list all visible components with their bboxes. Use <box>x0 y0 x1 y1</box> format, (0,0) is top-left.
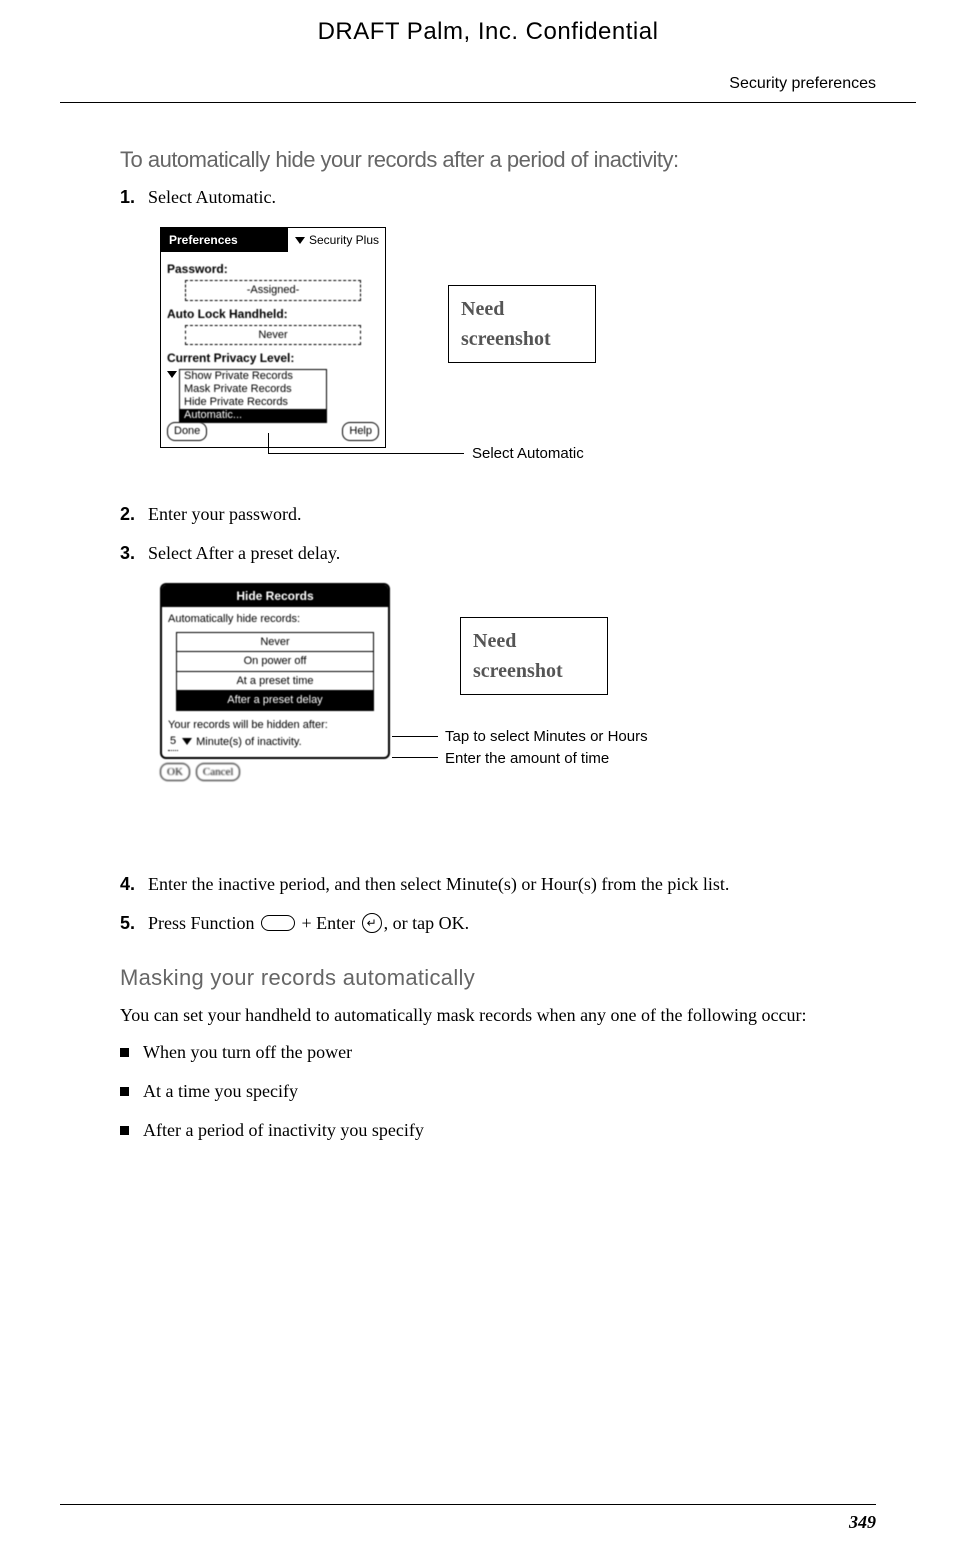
bullet-text: At a time you specify <box>143 1078 298 1105</box>
option-power-off[interactable]: On power off <box>177 652 373 672</box>
step-5-part-a: Press Function <box>148 913 259 933</box>
draft-confidential-header: DRAFT Palm, Inc. Confidential <box>0 0 976 58</box>
dropdown-icon <box>295 237 305 244</box>
privacy-row: Show Private Records Mask Private Record… <box>167 369 379 423</box>
privacy-option-automatic[interactable]: Automatic... <box>180 409 326 422</box>
password-label: Password: <box>167 260 379 278</box>
callout-leader <box>392 757 438 758</box>
bullet-icon <box>120 1087 129 1096</box>
bullet-item: When you turn off the power <box>120 1039 876 1066</box>
cancel-button[interactable]: Cancel <box>196 763 241 782</box>
bullet-item: After a period of inactivity you specify <box>120 1117 876 1144</box>
step-num: 3. <box>120 540 148 567</box>
page-footer: 349 <box>0 1504 976 1566</box>
autolock-label: Auto Lock Handheld: <box>167 305 379 323</box>
step-num: 1. <box>120 184 148 211</box>
dialog-title: Hide Records <box>162 585 388 607</box>
steps-list-3: 4. Enter the inactive period, and then s… <box>120 871 876 937</box>
running-header: Security preferences <box>0 58 976 102</box>
done-button[interactable]: Done <box>167 422 207 441</box>
option-never[interactable]: Never <box>177 633 373 653</box>
hide-records-dialog: Hide Records Automatically hide records:… <box>160 583 390 759</box>
need-screenshot-box: Need screenshot <box>460 617 608 695</box>
step-4: 4. Enter the inactive period, and then s… <box>120 871 876 898</box>
privacy-label: Current Privacy Level: <box>167 349 379 367</box>
dialog-button-row: OK Cancel <box>160 763 390 782</box>
step-1: 1. Select Automatic. <box>120 184 876 211</box>
page-content: To automatically hide your records after… <box>0 103 976 1144</box>
step-num: 5. <box>120 910 148 937</box>
callout-leader <box>268 433 269 453</box>
palm-category-dropdown[interactable]: Security Plus <box>289 228 385 252</box>
step-text: Select After a preset delay. <box>148 540 876 567</box>
steps-list-1: 1. Select Automatic. <box>120 184 876 211</box>
ok-button[interactable]: OK <box>160 763 190 782</box>
palm-preferences-screenshot: Preferences Security Plus Password: -Ass… <box>160 227 386 448</box>
privacy-option-show[interactable]: Show Private Records <box>180 370 326 383</box>
masking-intro: You can set your handheld to automatical… <box>120 1002 876 1029</box>
password-value[interactable]: -Assigned- <box>185 280 361 301</box>
privacy-popup-list[interactable]: Show Private Records Mask Private Record… <box>179 369 327 423</box>
privacy-option-hide[interactable]: Hide Private Records <box>180 396 326 409</box>
step-text: Select Automatic. <box>148 184 876 211</box>
palm-title: Preferences <box>161 228 289 252</box>
delay-input-row: 5 Minute(s) of inactivity. <box>168 733 382 751</box>
step-num: 4. <box>120 871 148 898</box>
figure-1: Preferences Security Plus Password: -Ass… <box>160 227 876 477</box>
step-5: 5. Press Function + Enter , or tap OK. <box>120 910 876 937</box>
callout-enter-time: Enter the amount of time <box>445 748 609 771</box>
step-num: 2. <box>120 501 148 528</box>
bullet-icon <box>120 1126 129 1135</box>
footer-rule <box>60 1504 876 1505</box>
palm-body: Password: -Assigned- Auto Lock Handheld:… <box>161 252 385 447</box>
callout-tap-minutes-hours: Tap to select Minutes or Hours <box>445 726 648 749</box>
dialog-subtitle: Automatically hide records: <box>168 611 382 628</box>
figure-2: Hide Records Automatically hide records:… <box>160 583 876 843</box>
bullet-icon <box>120 1048 129 1057</box>
dropdown-label: Security Plus <box>309 231 379 249</box>
steps-list-2: 2. Enter your password. 3. Select After … <box>120 501 876 567</box>
hide-options-list: Never On power off At a preset time Afte… <box>176 632 374 711</box>
bullet-text: After a period of inactivity you specify <box>143 1117 424 1144</box>
autolock-value[interactable]: Never <box>185 325 361 346</box>
step-3: 3. Select After a preset delay. <box>120 540 876 567</box>
hide-records-screenshot-wrapper: Hide Records Automatically hide records:… <box>160 583 390 781</box>
dropdown-icon <box>182 738 192 745</box>
callout-select-automatic: Select Automatic <box>472 443 584 466</box>
option-preset-delay[interactable]: After a preset delay <box>177 691 373 711</box>
option-preset-time[interactable]: At a preset time <box>177 672 373 692</box>
enter-key-icon <box>362 913 382 933</box>
section-title-autohide: To automatically hide your records after… <box>120 143 876 176</box>
step-text: Enter the inactive period, and then sele… <box>148 871 876 898</box>
need-screenshot-box: Need screenshot <box>448 285 596 363</box>
dropdown-icon <box>167 371 177 378</box>
masking-bullet-list: When you turn off the power At a time yo… <box>120 1039 876 1144</box>
page-number: 349 <box>60 1509 876 1536</box>
step-text: Press Function + Enter , or tap OK. <box>148 910 876 937</box>
delay-unit-selector[interactable]: Minute(s) of inactivity. <box>196 734 302 751</box>
palm-titlebar: Preferences Security Plus <box>161 228 385 252</box>
step-text: Enter your password. <box>148 501 876 528</box>
step-5-part-c: , or tap OK. <box>384 913 469 933</box>
palm-button-row: Done Help <box>167 422 379 441</box>
step-5-part-b: + Enter <box>297 913 360 933</box>
step-2: 2. Enter your password. <box>120 501 876 528</box>
hidden-after-label: Your records will be hidden after: <box>168 717 382 734</box>
function-key-icon <box>261 915 295 931</box>
privacy-option-mask[interactable]: Mask Private Records <box>180 383 326 396</box>
help-button[interactable]: Help <box>342 422 379 441</box>
callout-leader <box>268 453 464 454</box>
bullet-text: When you turn off the power <box>143 1039 352 1066</box>
delay-amount-input[interactable]: 5 <box>168 733 178 751</box>
bullet-item: At a time you specify <box>120 1078 876 1105</box>
section-title-masking: Masking your records automatically <box>120 961 876 994</box>
callout-leader <box>392 736 438 737</box>
